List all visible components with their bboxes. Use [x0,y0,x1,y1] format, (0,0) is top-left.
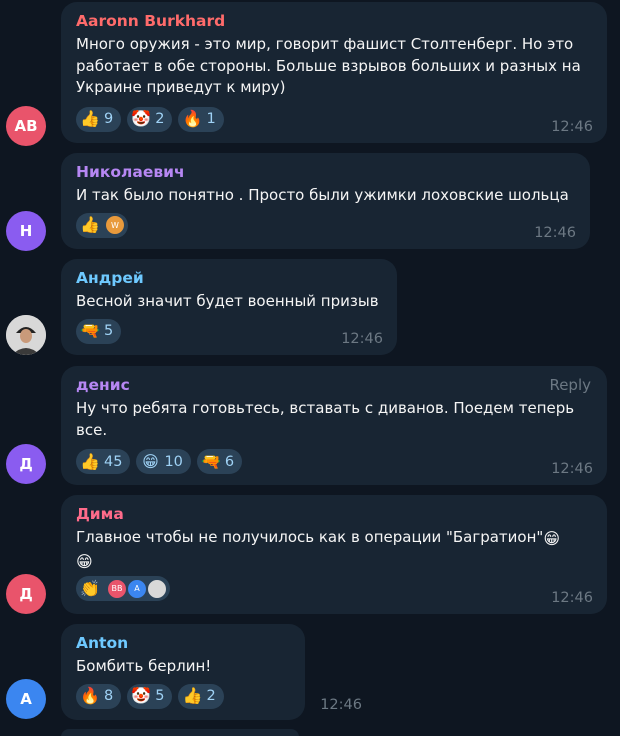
message-time: 12:46 [551,119,593,135]
clown-face-icon: 🤡 [131,109,152,128]
message-time: 12:46 [534,225,576,241]
reactions-bar: 👍 45 😁 10 🔫 6 [76,449,592,474]
reaction-count: 2 [155,111,165,127]
message-text-line: Весной значит будет военный призыв [76,292,379,310]
reactions-bar: 👏 BB A [76,576,592,601]
reactor-avatar [146,577,168,600]
reaction-count: 10 [164,453,183,470]
message-text-line: Бомбить берлин! [76,657,212,675]
message-bubble[interactable]: Дима Главное чтобы не получилось как в о… [61,495,607,614]
reaction-count: 1 [206,111,216,127]
message-bubble[interactable]: денис Reply Ну что ребята готовьтесь, вс… [61,366,607,485]
thumbs-up-icon: 👍 [80,109,100,128]
reaction-clown[interactable]: 🤡 2 [127,106,173,132]
message-text-line: 😁 [76,550,592,573]
message-bubble[interactable]: Aaronn Burkhard Много оружия - это мир, … [61,2,607,143]
reaction-thumbs-up[interactable]: 👍 45 [76,449,131,474]
author-name[interactable]: Дима [76,504,592,524]
author-name[interactable]: Николаевич [76,162,575,182]
reactions-bar: 🔫 5 [76,318,382,344]
grinning-face-icon: 😁 [76,551,93,571]
author-name[interactable]: денис [76,375,592,395]
reply-button[interactable]: Reply [549,375,591,395]
message-bubble[interactable]: Андрей Весной значит будет военный призы… [61,259,397,355]
avatar[interactable]: Д [6,574,46,614]
fire-icon: 🔥 [80,686,100,705]
avatar[interactable] [6,315,46,355]
reaction-count: 5 [104,323,114,339]
reaction-count: 6 [224,453,235,470]
reaction-count: 45 [104,453,123,470]
avatar[interactable]: A [6,679,46,719]
message-text: Главное чтобы не получилось как в операц… [76,528,544,546]
reaction-clap[interactable]: 👏 BB A [76,576,170,601]
reactor-avatar: W [104,214,126,236]
message-text-line: Украине приведут к миру) [76,78,286,96]
reactor-avatar: A [126,577,148,600]
reactions-bar: 👍 9 🤡 2 🔥 1 [76,106,592,132]
thumbs-up-icon: 👍 [80,451,100,471]
reactions-bar: 🔥 8 🤡 5 👍 2 [76,683,290,709]
message-text-line: Главное чтобы не получилось как в операц… [76,527,592,550]
reaction-count: 5 [155,688,165,704]
clown-face-icon: 🤡 [131,686,152,705]
reaction-grin[interactable]: 😁 10 [136,449,191,474]
message-text-line: И так было понятно . Просто были ужимки … [76,186,569,204]
author-name[interactable]: Андрей [76,268,382,288]
thumbs-up-icon: 👍 [182,686,203,705]
avatar-initials: Д [19,455,33,473]
message-time: 12:46 [551,461,593,477]
message-time: 12:46 [551,590,593,606]
avatar-initials: A [20,690,32,708]
reaction-pistol[interactable]: 🔫 6 [196,449,243,474]
reaction-thumbs-up[interactable]: 👍 W [76,212,128,238]
message-time: 12:46 [341,331,383,347]
pistol-icon: 🔫 [80,321,100,340]
avatar[interactable]: Н [6,211,46,251]
message-text-line: Много оружия - это мир, говорит фашист С… [76,35,574,53]
reaction-thumbs-up[interactable]: 👍 9 [76,106,122,132]
message-bubble[interactable]: Anton Бомбить берлин! 🔥 8 🤡 5 👍 2 12:46 [61,624,362,720]
author-name[interactable]: Aaronn Burkhard [76,11,592,31]
message-text-line: Ну что ребята готовьтесь, вставать с див… [76,399,575,417]
reaction-thumbs-up[interactable]: 👍 2 [178,683,224,709]
avatar[interactable]: Д [6,444,46,484]
clapping-hands-icon: 👏 [80,578,100,598]
message-text-line: работает в обе стороны. Больше взрывов б… [76,56,581,75]
fire-icon: 🔥 [182,109,203,128]
reaction-count: 8 [104,688,114,704]
reaction-pistol[interactable]: 🔫 5 [76,318,122,344]
grinning-face-icon: 😁 [543,529,560,548]
reaction-clown[interactable]: 🤡 5 [127,683,173,709]
reaction-fire[interactable]: 🔥 1 [178,106,224,132]
avatar-initials: AB [14,117,38,135]
reactions-bar: 👍 W [76,212,575,238]
reaction-fire[interactable]: 🔥 8 [76,683,122,709]
author-name[interactable]: Anton [76,633,290,653]
grinning-face-icon: 😁 [142,451,159,471]
reactor-avatar: BB [106,577,128,600]
pistol-icon: 🔫 [200,451,221,471]
avatar[interactable]: AB [6,106,46,146]
avatar-initials: Д [19,585,33,603]
reaction-count: 2 [206,688,216,704]
message-time: 12:46 [320,697,362,713]
message-text-line: все. [76,420,108,439]
user-photo-icon [6,315,46,355]
message-bubble[interactable]: Николаевич И так было понятно . Просто б… [61,153,590,249]
next-message-bubble-edge [61,729,299,736]
reaction-count: 9 [104,111,114,127]
avatar-initials: Н [19,222,33,240]
thumbs-up-icon: 👍 [80,215,100,234]
